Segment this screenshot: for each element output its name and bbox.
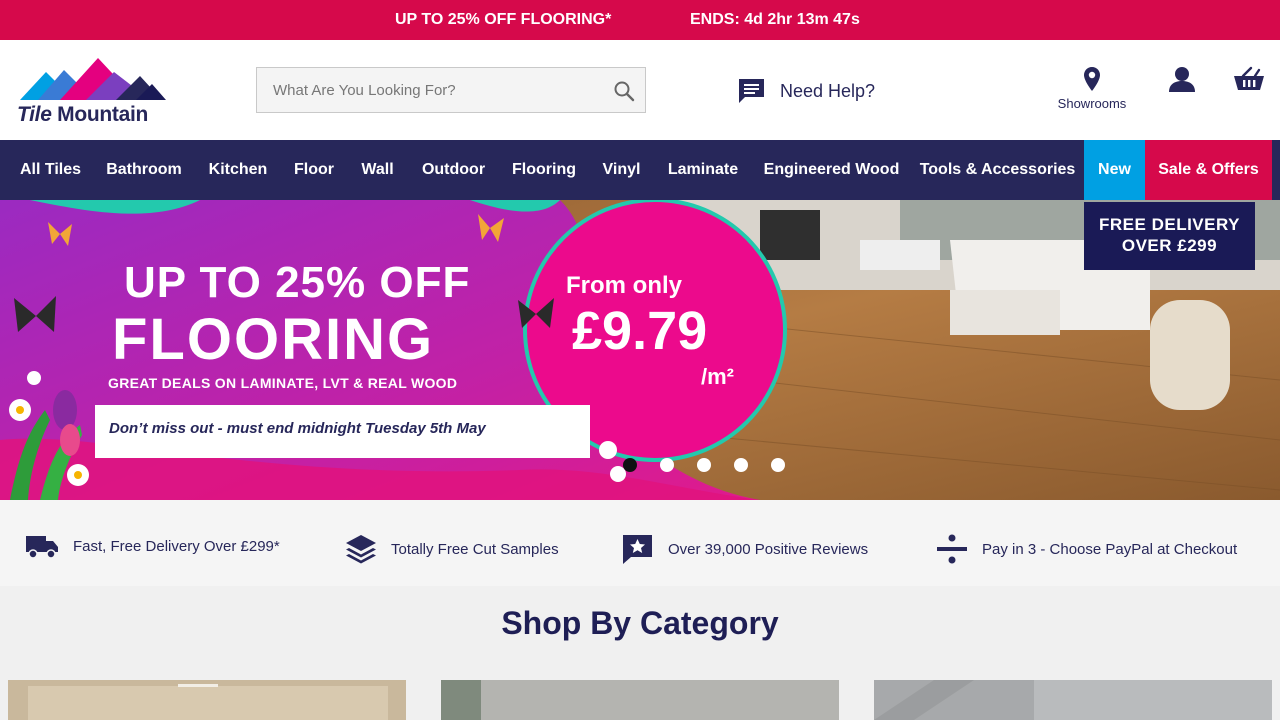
hero-price-from: From only [566,272,683,299]
delivery-badge-line-2: OVER £299 [1121,236,1218,255]
layers-icon [346,535,376,564]
nav-item-kitchen[interactable]: Kitchen [196,140,280,200]
showrooms-label: Showrooms [1057,96,1127,111]
shop-by-category-title: Shop By Category [501,605,779,641]
category-card-2[interactable] [441,680,839,720]
nav-item-all-tiles[interactable]: All Tiles [8,140,93,200]
need-help-link[interactable]: Need Help? [737,76,875,106]
hero-deadline: Don’t miss out - must end midnight Tuesd… [109,420,486,437]
usp-free-samples[interactable]: Totally Free Cut Samples [345,533,559,565]
usp-free-delivery-text: Fast, Free Delivery Over £299* [73,537,280,555]
usp-pay-in-3-text: Pay in 3 - Choose PayPal at Checkout [982,540,1238,558]
star-review-icon [623,535,652,564]
search-box [256,67,646,113]
divide-icon [937,534,967,564]
nav-item-vinyl[interactable]: Vinyl [591,140,652,200]
slide-dot-3[interactable] [697,458,711,472]
need-help-label: Need Help? [780,80,876,101]
nav-item-tools-accessories[interactable]: Tools & Accessories [912,140,1083,200]
mountain-logo-icon[interactable] [16,58,170,106]
category-card-1[interactable] [8,680,406,720]
location-pin-icon [1084,67,1100,91]
nav-item-flooring[interactable]: Flooring [500,140,588,200]
usp-bar: Fast, Free Delivery Over £299* Totally F… [0,500,1280,586]
hero-headline-1: UP TO 25% OFF [124,258,471,307]
main-nav: All Tiles Bathroom Kitchen Floor Wall Ou… [0,140,1280,200]
site-header: Tile Mountain Need Help? Showrooms [0,40,1280,140]
slide-dot-4[interactable] [734,458,748,472]
usp-reviews[interactable]: Over 39,000 Positive Reviews [621,533,868,565]
nav-item-laminate[interactable]: Laminate [655,140,751,200]
category-card-3[interactable] [874,680,1272,720]
hero-price-value: £9.79 [572,301,708,361]
nav-item-sale-offers[interactable]: Sale & Offers [1145,140,1272,200]
nav-item-bathroom[interactable]: Bathroom [95,140,193,200]
free-delivery-badge: FREE DELIVERY OVER £299 [1084,202,1255,270]
truck-icon [26,536,58,559]
promo-countdown: ENDS: 4d 2hr 13m 47s [690,11,860,28]
nav-item-wall[interactable]: Wall [348,140,407,200]
basket-icon[interactable] [1233,66,1265,94]
showrooms-link[interactable]: Showrooms [1052,66,1132,116]
nav-item-engineered-wood[interactable]: Engineered Wood [754,140,909,200]
usp-reviews-text: Over 39,000 Positive Reviews [668,540,869,558]
nav-item-floor[interactable]: Floor [283,140,345,200]
logo-wordmark[interactable]: Tile Mountain [17,103,148,127]
logo-word-tile: Tile [17,103,52,126]
search-icon[interactable] [613,80,635,102]
account-icon[interactable] [1168,66,1196,94]
nav-item-outdoor[interactable]: Outdoor [410,140,497,200]
usp-free-delivery[interactable]: Fast, Free Delivery Over £299* [25,533,280,559]
hero-subheadline: GREAT DEALS ON LAMINATE, LVT & REAL WOOD [108,375,458,391]
delivery-badge-line-1: FREE DELIVERY [1099,215,1240,234]
slide-dot-1[interactable] [623,458,637,472]
promo-text[interactable]: UP TO 25% OFF FLOORING* [395,11,611,29]
nav-item-new[interactable]: New [1084,140,1145,200]
promo-bar[interactable]: UP TO 25% OFF FLOORING* ENDS: 4d 2hr 13m… [0,0,1280,40]
usp-free-samples-text: Totally Free Cut Samples [391,540,559,558]
hero-price-unit: /m² [701,364,734,389]
search-input[interactable] [257,68,597,112]
logo-word-mountain: Mountain [57,103,149,126]
slide-dot-5[interactable] [771,458,785,472]
usp-pay-in-3[interactable]: Pay in 3 - Choose PayPal at Checkout [936,533,1237,565]
chat-icon [739,79,764,103]
hero-headline-2: FLOORING [112,307,435,372]
slide-dot-2[interactable] [660,458,674,472]
